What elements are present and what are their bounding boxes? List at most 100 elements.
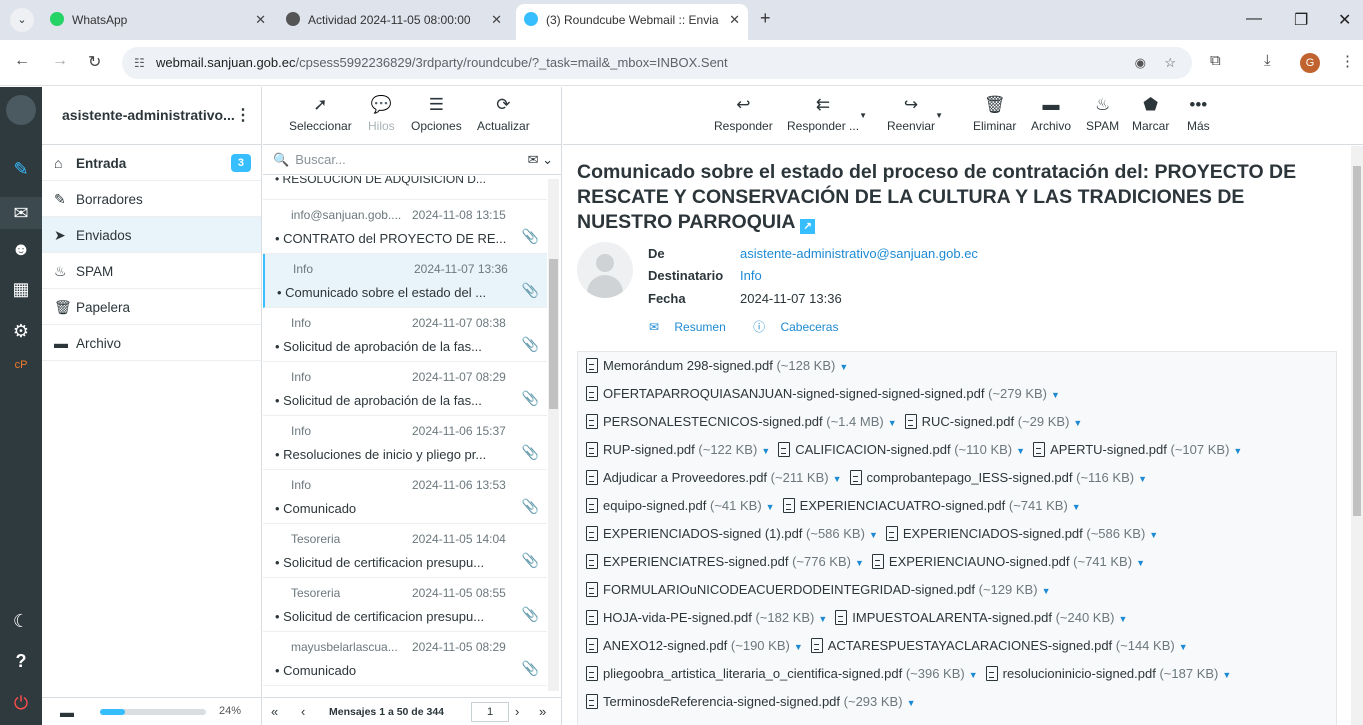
chevron-down-icon[interactable]: ▼ [1073, 418, 1082, 428]
attachment-item[interactable]: EXPERIENCIATRES-signed.pdf (~776 KB) ▼ [586, 548, 864, 577]
calendar-icon[interactable]: ▦ [0, 279, 42, 300]
attachment-item[interactable]: Memorándum 298-signed.pdf (~128 KB) ▼ [586, 352, 848, 381]
attachment-item[interactable]: HOJA-vida-PE-signed.pdf (~182 KB) ▼ [586, 604, 827, 633]
tab-roundcube[interactable]: (3) Roundcube Webmail :: Envia ✕ [516, 4, 748, 40]
list-scrollbar[interactable] [548, 179, 559, 691]
forward-button[interactable]: ↪ Reenviar ▼ [887, 95, 943, 133]
bookmark-star-icon[interactable]: ☆ [1164, 47, 1176, 79]
tab-whatsapp[interactable]: WhatsApp ✕ [42, 6, 274, 34]
chevron-down-icon[interactable]: ▼ [794, 642, 803, 652]
logout-icon[interactable]: ⏻ [0, 693, 42, 714]
attachment-item[interactable]: RUC-signed.pdf (~29 KB) ▼ [904, 408, 1082, 437]
chevron-down-icon[interactable]: ▼ [1149, 530, 1158, 540]
summary-link[interactable]: ✉ Resumen [649, 320, 738, 334]
headers-link[interactable]: ⓘ Cabeceras [753, 320, 850, 334]
spam-button[interactable]: ♨ SPAM [1086, 95, 1119, 133]
account-menu-icon[interactable]: ⋮ [235, 105, 251, 125]
sidebar-item-borradores[interactable]: ✎ Borradores [42, 181, 261, 217]
url-field[interactable]: ☷ webmail.sanjuan.gob.ec/cpsess599223682… [122, 47, 1192, 79]
cpanel-icon[interactable]: cP [0, 359, 42, 371]
attachment-item[interactable]: ANEXO12-signed.pdf (~190 KB) ▼ [586, 632, 803, 661]
chevron-down-icon[interactable]: ▼ [761, 446, 770, 456]
from-address[interactable]: asistente-administrativo@sanjuan.gob.ec [740, 246, 978, 261]
close-tab-icon[interactable]: ✕ [729, 4, 740, 36]
last-page-icon[interactable]: » [539, 698, 546, 725]
list-item[interactable]: Info 2024-11-07 08:38 • Solicitud de aprob… [263, 308, 547, 362]
preview-scrollbar-thumb[interactable] [1353, 166, 1361, 516]
list-item[interactable]: Tesoreria 2024-11-05 08:55 • Solicitud de … [263, 578, 547, 632]
attachment-item[interactable]: RUP-signed.pdf (~122 KB) ▼ [586, 436, 770, 465]
chevron-down-icon[interactable]: ▼ [1016, 446, 1025, 456]
back-icon[interactable]: ← [14, 52, 30, 70]
close-window-icon[interactable]: ✕ [1338, 10, 1351, 30]
chevron-down-icon[interactable]: ▼ [1136, 558, 1145, 568]
sidebar-item-spam[interactable]: ♨ SPAM [42, 253, 261, 289]
chevron-down-icon[interactable]: ▼ [1222, 670, 1231, 680]
open-external-icon[interactable]: ↗ [800, 219, 816, 234]
prev-page-icon[interactable]: ‹ [301, 698, 305, 725]
chevron-down-icon[interactable]: ▼ [888, 418, 897, 428]
reply-all-button[interactable]: ⇇ Responder ... ▼ [787, 95, 867, 133]
delete-button[interactable]: 🗑 Eliminar [973, 95, 1016, 133]
next-page-icon[interactable]: › [515, 698, 519, 725]
list-item[interactable]: Info 2024-11-07 08:29 • Solicitud de aprob… [263, 362, 547, 416]
compose-icon[interactable]: ✎ [0, 159, 42, 180]
attachment-item[interactable]: EXPERIENCIADOS-signed.pdf (~586 KB) ▼ [885, 520, 1158, 549]
new-tab-button[interactable]: + [760, 8, 771, 29]
attachment-item[interactable]: resolucioninicio-signed.pdf (~187 KB) ▼ [985, 660, 1231, 689]
attachment-item[interactable]: OFERTAPARROQUIASANJUAN-signed-signed-sig… [586, 380, 1060, 409]
attachment-item[interactable]: IMPUESTOALARENTA-signed.pdf (~240 KB) ▼ [835, 604, 1127, 633]
page-number-input[interactable]: 1 [471, 702, 509, 722]
sidebar-item-archivo[interactable]: ▬ Archivo [42, 325, 261, 361]
eye-icon[interactable]: ◉ [1135, 47, 1146, 79]
tab-actividad[interactable]: Actividad 2024-11-05 08:00:00 ✕ [278, 6, 510, 34]
extensions-icon[interactable]: ⧉ [1210, 52, 1221, 69]
tab-search-menu-button[interactable]: ⌄ [10, 8, 34, 32]
attachment-item[interactable]: APERTU-signed.pdf (~107 KB) ▼ [1033, 436, 1242, 465]
attachment-item[interactable]: Adjudicar a Proveedores.pdf (~211 KB) ▼ [586, 464, 842, 493]
download-icon[interactable]: ⤓ [1264, 52, 1271, 69]
list-item[interactable]: mayusbelarlascua... 2024-11-05 08:29 • Com… [263, 632, 547, 686]
first-page-icon[interactable]: « [271, 698, 278, 725]
chevron-down-icon[interactable]: ▼ [969, 670, 978, 680]
chevron-down-icon[interactable]: ▼ [1072, 502, 1081, 512]
attachment-item[interactable]: EXPERIENCIACUATRO-signed.pdf (~741 KB) ▼ [782, 492, 1081, 521]
threads-button[interactable]: 💬 Hilos [368, 95, 395, 133]
chevron-down-icon[interactable]: ▼ [1179, 642, 1188, 652]
refresh-button[interactable]: ⟳ Actualizar [477, 95, 530, 133]
list-item[interactable]: info@sanjuan.gob.... 2024-11-08 13:15 • CO… [263, 200, 547, 254]
more-button[interactable]: ••• Más [1187, 95, 1210, 133]
attachment-item[interactable]: PERSONALESTECNICOS-signed.pdf (~1.4 MB) ▼ [586, 408, 897, 437]
attachment-item[interactable]: EXPERIENCIAUNO-signed.pdf (~741 KB) ▼ [871, 548, 1145, 577]
options-button[interactable]: ☰ Opciones [411, 95, 462, 133]
preview-scrollbar[interactable] [1351, 146, 1363, 725]
chevron-down-icon[interactable]: ▼ [935, 111, 943, 120]
forward-icon[interactable]: → [52, 52, 68, 70]
close-tab-icon[interactable]: ✕ [255, 6, 266, 34]
chevron-down-icon[interactable]: ▼ [833, 474, 842, 484]
attachment-item[interactable]: EXPERIENCIADOS-signed (1).pdf (~586 KB) ▼ [586, 520, 878, 549]
list-item[interactable]: Info 2024-11-07 13:36 • Comunicado sobre e… [263, 254, 547, 308]
chevron-down-icon[interactable]: ▼ [1118, 614, 1127, 624]
sidebar-item-papelera[interactable]: 🗑 Papelera [42, 289, 261, 325]
list-item[interactable]: Info 2024-11-06 13:53 • Comunicado 📎 [263, 470, 547, 524]
restore-icon[interactable]: ❐ [1294, 10, 1308, 30]
attachment-item[interactable]: ACTARESPUESTAYACLARACIONES-signed.pdf (~… [810, 632, 1188, 661]
chevron-down-icon[interactable]: ▼ [839, 362, 848, 372]
chevron-down-icon[interactable]: ▼ [818, 614, 827, 624]
contacts-icon[interactable]: ☻ [0, 239, 42, 260]
settings-icon[interactable]: ⚙ [0, 321, 42, 342]
chevron-down-icon[interactable]: ▼ [766, 502, 775, 512]
minimize-icon[interactable]: — [1246, 10, 1262, 28]
chevron-down-icon[interactable]: ▼ [1233, 446, 1242, 456]
chevron-down-icon[interactable]: ▼ [1051, 390, 1060, 400]
search-input[interactable]: Buscar... [295, 152, 346, 167]
profile-avatar[interactable]: G [1300, 53, 1320, 73]
sidebar-item-entrada[interactable]: ⌂ Entrada 3 [42, 145, 261, 181]
list-item[interactable]: Tesoreria 2024-11-05 14:04 • Solicitud de … [263, 524, 547, 578]
attachment-item[interactable]: TerminosdeReferencia-signed-signed.pdf (… [586, 688, 915, 717]
dark-mode-icon[interactable]: ☾ [0, 611, 42, 632]
search-bar[interactable]: 🔍 Buscar... ✉ ⌄ [263, 145, 561, 175]
chevron-down-icon[interactable]: ▼ [1138, 474, 1147, 484]
close-tab-icon[interactable]: ✕ [491, 6, 502, 34]
